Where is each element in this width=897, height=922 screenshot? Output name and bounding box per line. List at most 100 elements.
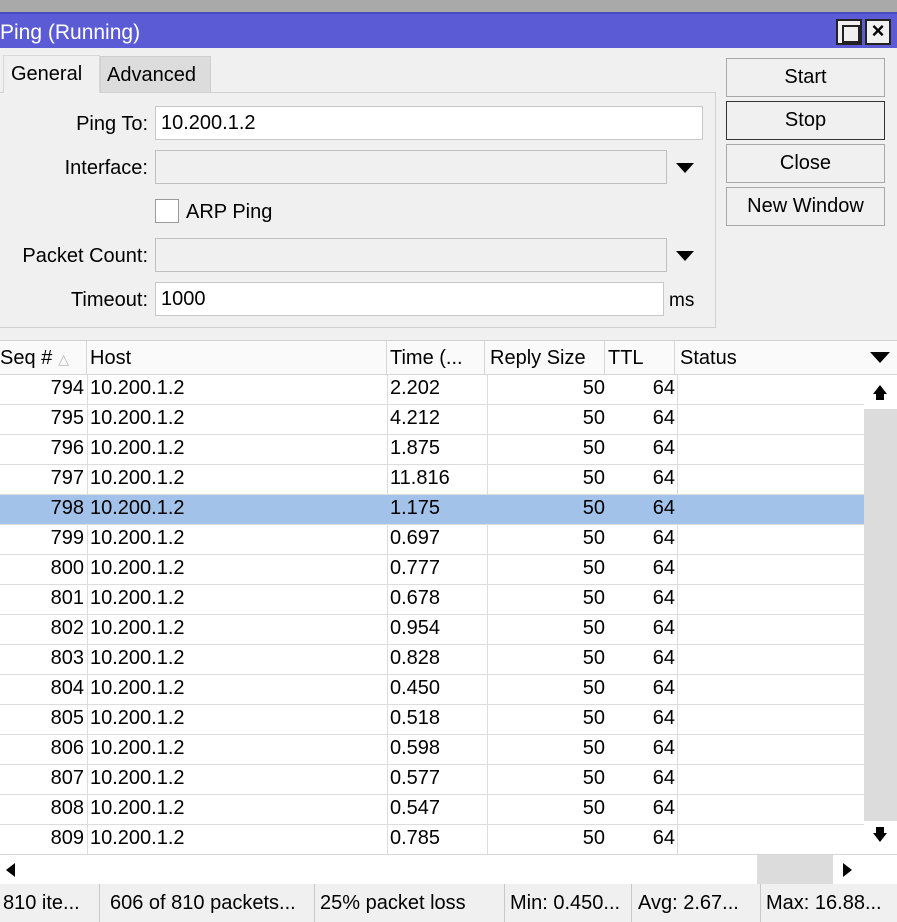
maximize-icon[interactable]: [836, 19, 862, 45]
interface-select[interactable]: [155, 150, 667, 184]
scroll-left-icon[interactable]: [6, 863, 15, 877]
table-row[interactable]: 799 10.200.1.2 0.697 50 64: [0, 525, 864, 555]
cell-seq: 803: [50, 647, 84, 669]
cell-host: 10.200.1.2: [90, 527, 185, 549]
cell-host: 10.200.1.2: [90, 497, 185, 519]
cell-ttl: 64: [652, 617, 675, 639]
table-row[interactable]: 798 10.200.1.2 1.175 50 64: [0, 495, 864, 525]
cell-time: 1.175: [390, 497, 441, 519]
cell-seq: 807: [50, 767, 84, 789]
top-border: [0, 0, 897, 12]
new-window-button[interactable]: New Window: [726, 187, 885, 226]
cell-time: 0.678: [390, 587, 441, 609]
vertical-scrollbar[interactable]: [864, 375, 897, 855]
cell-host: 10.200.1.2: [90, 467, 185, 489]
cell-status: [678, 465, 864, 495]
cell-seq: 799: [50, 527, 84, 549]
table-row[interactable]: 804 10.200.1.2 0.450 50 64: [0, 675, 864, 705]
cell-ttl: 64: [652, 437, 675, 459]
cell-ttl: 64: [652, 467, 675, 489]
cell-reply-size: 50: [582, 647, 605, 669]
cell-status: [678, 705, 864, 735]
cell-ttl: 64: [652, 677, 675, 699]
scroll-right-icon[interactable]: [843, 863, 852, 877]
chevron-down-icon[interactable]: [676, 163, 694, 173]
cell-host: 10.200.1.2: [90, 827, 185, 849]
title-bar[interactable]: Ping (Running) ×: [0, 12, 897, 48]
cell-time: 0.598: [390, 737, 441, 759]
column-host[interactable]: Host: [87, 341, 387, 375]
arp-ping-label: ARP Ping: [186, 201, 273, 223]
table-row[interactable]: 797 10.200.1.2 11.816 50 64: [0, 465, 864, 495]
table-row[interactable]: 801 10.200.1.2 0.678 50 64: [0, 585, 864, 615]
cell-seq: 804: [50, 677, 84, 699]
column-status[interactable]: Status: [675, 341, 864, 375]
cell-host: 10.200.1.2: [90, 377, 185, 399]
cell-time: 0.785: [390, 827, 441, 849]
timeout-unit: ms: [669, 290, 695, 311]
cell-reply-size: 50: [582, 587, 605, 609]
table-row[interactable]: 794 10.200.1.2 2.202 50 64: [0, 375, 864, 405]
status-packet-loss: 25% packet loss: [317, 884, 505, 922]
cell-time: 1.875: [390, 437, 441, 459]
scrollbar-track[interactable]: [757, 855, 833, 884]
table-row[interactable]: 800 10.200.1.2 0.777 50 64: [0, 555, 864, 585]
cell-time: 0.547: [390, 797, 441, 819]
stop-button[interactable]: Stop: [726, 101, 885, 140]
table-row[interactable]: 807 10.200.1.2 0.577 50 64: [0, 765, 864, 795]
cell-seq: 802: [50, 617, 84, 639]
status-bar: 810 ite... 606 of 810 packets... 25% pac…: [0, 884, 897, 922]
cell-status: [678, 795, 864, 825]
cell-host: 10.200.1.2: [90, 797, 185, 819]
scroll-up-icon[interactable]: [873, 385, 887, 400]
chevron-down-icon[interactable]: [676, 251, 694, 261]
column-time[interactable]: Time (...: [387, 341, 485, 375]
status-max: Max: 16.88...: [766, 892, 882, 914]
tab-general[interactable]: General: [3, 55, 100, 93]
tab-advanced[interactable]: Advanced: [100, 56, 211, 94]
horizontal-scrollbar[interactable]: [0, 854, 897, 884]
table-row[interactable]: 803 10.200.1.2 0.828 50 64: [0, 645, 864, 675]
start-button[interactable]: Start: [726, 58, 885, 97]
ping-to-input[interactable]: 10.200.1.2: [155, 106, 703, 140]
cell-host: 10.200.1.2: [90, 437, 185, 459]
table-row[interactable]: 795 10.200.1.2 4.212 50 64: [0, 405, 864, 435]
cell-ttl: 64: [652, 377, 675, 399]
column-seq[interactable]: Seq # △: [0, 341, 87, 375]
cell-seq: 809: [50, 827, 84, 849]
columns-menu-icon[interactable]: [870, 352, 890, 363]
arp-ping-checkbox[interactable]: [155, 199, 179, 223]
cell-status: [678, 585, 864, 615]
status-packets: 606 of 810 packets...: [102, 884, 315, 922]
cell-status: [678, 405, 864, 435]
cell-reply-size: 50: [582, 377, 605, 399]
cell-host: 10.200.1.2: [90, 617, 185, 639]
cell-reply-size: 50: [582, 407, 605, 429]
cell-host: 10.200.1.2: [90, 557, 185, 579]
scrollbar-track[interactable]: [864, 409, 897, 821]
table-row[interactable]: 796 10.200.1.2 1.875 50 64: [0, 435, 864, 465]
cell-ttl: 64: [652, 407, 675, 429]
cell-host: 10.200.1.2: [90, 677, 185, 699]
timeout-input[interactable]: 1000: [155, 282, 664, 316]
cell-reply-size: 50: [582, 797, 605, 819]
cell-reply-size: 50: [582, 497, 605, 519]
cell-reply-size: 50: [582, 557, 605, 579]
ping-results-table[interactable]: Seq # △ Host Time (... Reply Size TTL Sta…: [0, 340, 897, 855]
column-ttl[interactable]: TTL: [605, 341, 675, 375]
table-row[interactable]: 802 10.200.1.2 0.954 50 64: [0, 615, 864, 645]
close-button[interactable]: Close: [726, 144, 885, 183]
table-row[interactable]: 809 10.200.1.2 0.785 50 64: [0, 825, 864, 855]
cell-status: [678, 435, 864, 465]
cell-reply-size: 50: [582, 707, 605, 729]
scroll-down-icon[interactable]: [873, 827, 887, 842]
packet-count-select[interactable]: [155, 238, 667, 272]
table-row[interactable]: 805 10.200.1.2 0.518 50 64: [0, 705, 864, 735]
close-icon[interactable]: ×: [865, 19, 891, 45]
cell-time: 0.697: [390, 527, 441, 549]
cell-reply-size: 50: [582, 617, 605, 639]
table-row[interactable]: 808 10.200.1.2 0.547 50 64: [0, 795, 864, 825]
cell-reply-size: 50: [582, 467, 605, 489]
table-row[interactable]: 806 10.200.1.2 0.598 50 64: [0, 735, 864, 765]
column-reply-size[interactable]: Reply Size: [485, 341, 605, 375]
